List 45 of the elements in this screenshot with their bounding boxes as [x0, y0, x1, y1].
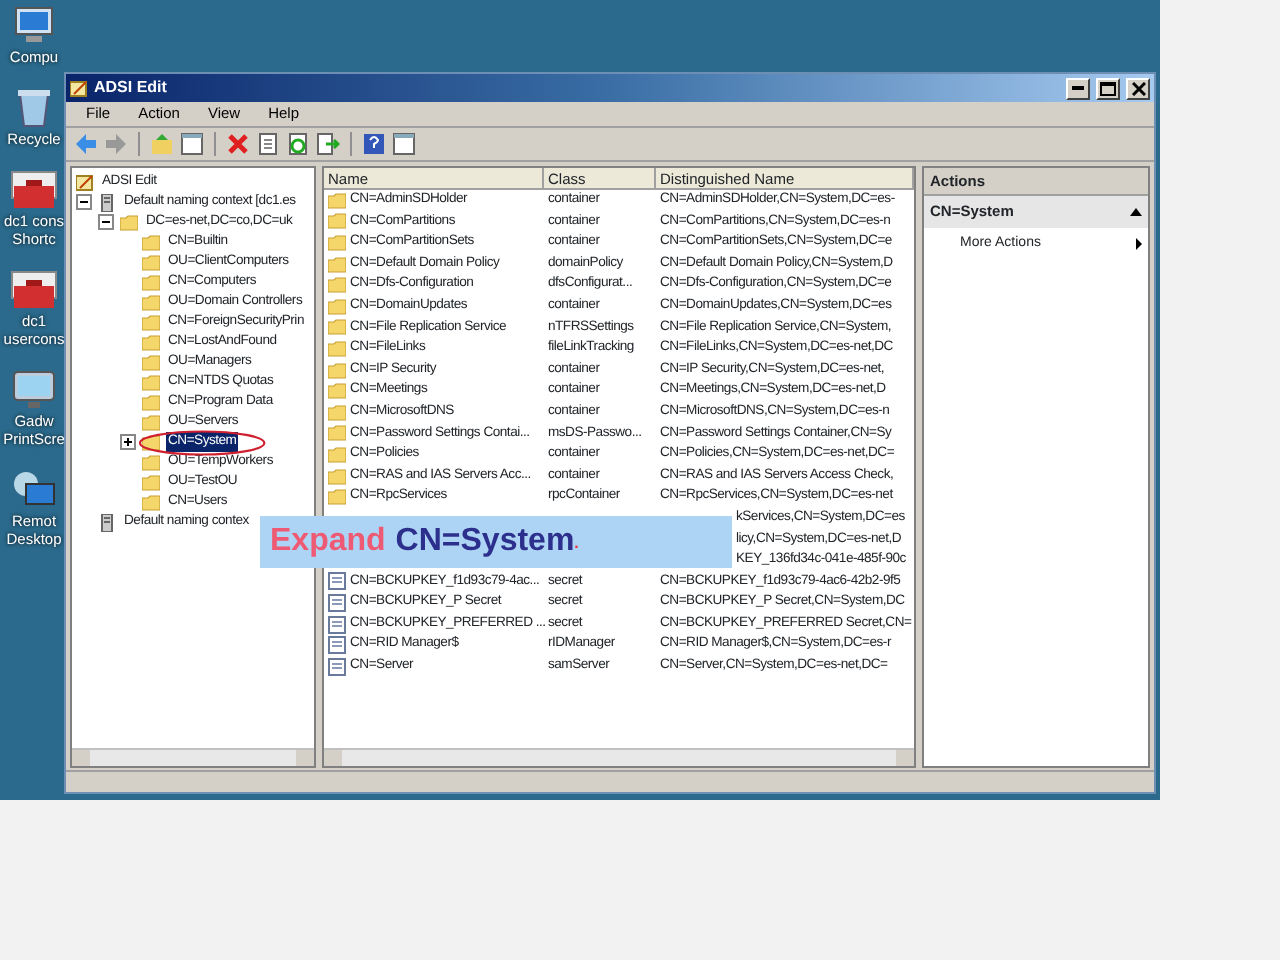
callout-text: CN=System: [395, 522, 575, 562]
app-icon: [70, 79, 88, 97]
help-icon: [362, 132, 386, 156]
maximize-icon: [1100, 81, 1116, 95]
object-icon: [328, 615, 346, 634]
minimize-icon: [1072, 86, 1084, 90]
collapse-icon[interactable]: [76, 194, 92, 210]
close-button[interactable]: [1126, 77, 1150, 99]
collapse-icon[interactable]: [1130, 207, 1142, 216]
snap-in-icon: [76, 173, 94, 191]
panel-icon: [392, 132, 416, 156]
forward-icon: [104, 132, 128, 156]
help-button[interactable]: [362, 132, 386, 156]
export-icon: [316, 132, 340, 156]
refresh-button[interactable]: [286, 132, 310, 156]
properties-button[interactable]: [256, 132, 280, 156]
minimize-button[interactable]: [1066, 77, 1090, 99]
collapse-icon[interactable]: [98, 214, 114, 230]
server-icon: [98, 513, 116, 531]
window-title: ADSI Edit: [94, 76, 167, 100]
callout-text: Expand: [270, 522, 386, 562]
expand-icon[interactable]: [120, 434, 136, 450]
object-icon: [328, 572, 346, 591]
maximize-button[interactable]: [1096, 77, 1120, 99]
toolbox-icon[interactable]: [10, 268, 58, 312]
delete-button[interactable]: [226, 132, 250, 156]
toolbox-icon[interactable]: [10, 168, 58, 212]
object-icon: [328, 636, 346, 655]
computer-icon[interactable]: [10, 4, 58, 48]
panel-button[interactable]: [180, 132, 204, 156]
refresh-icon: [286, 132, 310, 156]
object-icon: [328, 594, 346, 613]
close-icon: [1131, 81, 1145, 95]
monitor-icon[interactable]: [10, 368, 58, 412]
up-folder-icon: [150, 132, 174, 156]
server-icon: [98, 193, 116, 211]
back-icon: [74, 132, 98, 156]
callout-text: .: [574, 532, 579, 556]
submenu-arrow-icon: [1136, 237, 1142, 250]
panel-icon: [180, 132, 204, 156]
panel-button[interactable]: [392, 132, 416, 156]
delete-icon: [226, 132, 250, 156]
object-icon: [328, 657, 346, 676]
export-button[interactable]: [316, 132, 340, 156]
properties-icon: [256, 132, 280, 156]
